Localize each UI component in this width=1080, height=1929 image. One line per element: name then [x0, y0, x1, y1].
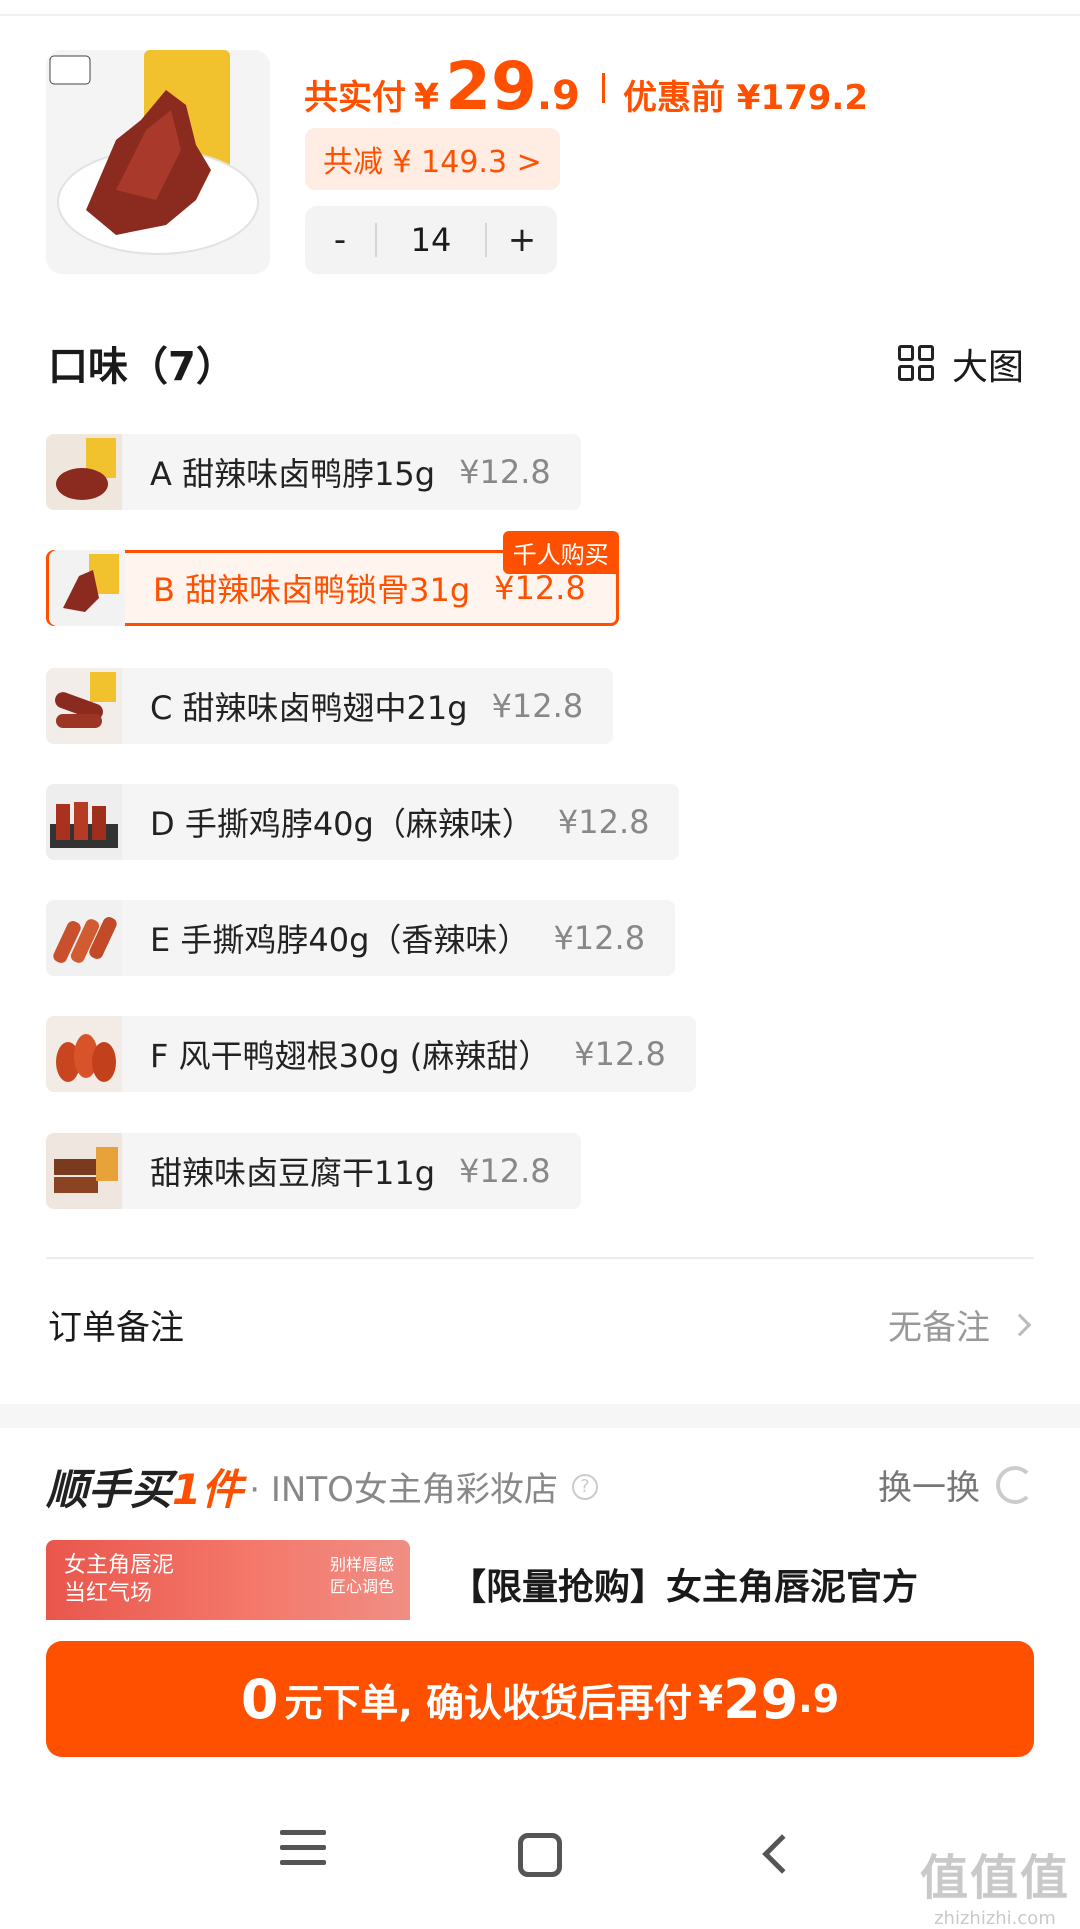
shunshou-logo: 顺手买1件 — [46, 1456, 243, 1517]
flavor-price: ¥12.8 — [553, 919, 646, 957]
promo-image-line: 女主角唇泥 — [64, 1553, 175, 1578]
flavor-price: ¥12.8 — [459, 453, 551, 491]
swap-label: 换一换 — [878, 1468, 980, 1508]
promo-image-line: 别样唇感 — [329, 1555, 394, 1574]
store-name[interactable]: · INTO女主角彩妆店 — [249, 1462, 558, 1511]
flavor-option-g[interactable]: 甜辣味卤豆腐干11g ¥12.8 — [46, 1133, 581, 1209]
flavor-thumbnail — [46, 434, 122, 510]
order-remark-row[interactable]: 订单备注 无备注 — [48, 1300, 1034, 1349]
flavor-thumbnail — [46, 1133, 122, 1209]
product-thumbnail[interactable] — [46, 50, 270, 274]
promo-image-line: 当红气场 — [64, 1581, 153, 1606]
discount-badge[interactable]: 共减 ¥ 149.3 > — [305, 128, 560, 190]
order-remark-label: 订单备注 — [48, 1308, 184, 1348]
flavor-price: ¥12.8 — [491, 687, 584, 725]
big-view-label: 大图 — [951, 347, 1024, 388]
flavor-option-d[interactable]: D 手撕鸡脖40g（麻辣味） ¥12.8 — [46, 784, 680, 860]
flavor-thumbnail — [46, 668, 122, 744]
promo-product-image[interactable]: 女主角唇泥 当红气场 别样唇感 匠心调色 — [46, 1540, 410, 1620]
promo-image-text: 女主角唇泥 当红气场 — [64, 1552, 174, 1608]
order-remark-value: 无备注 — [888, 1300, 1034, 1349]
flavor-option-f[interactable]: F 风干鸭翅根30g (麻辣甜） ¥12.8 — [46, 1016, 696, 1092]
increase-button[interactable]: + — [487, 220, 557, 260]
chevron-right-icon — [1008, 1313, 1032, 1336]
refresh-icon — [996, 1465, 1034, 1504]
quantity-stepper: - 14 + — [305, 206, 557, 274]
promo-product-title[interactable]: 【限量抢购】女主角唇泥官方 — [450, 1558, 918, 1610]
promo-image-line: 匠心调色 — [329, 1577, 394, 1596]
menu-nav-icon[interactable] — [280, 1830, 326, 1875]
decrease-button[interactable]: - — [305, 220, 375, 260]
popular-badge: 千人购买 — [502, 531, 619, 574]
home-nav-icon[interactable] — [518, 1833, 562, 1877]
section-divider — [46, 1257, 1034, 1259]
original-price: 优惠前 ¥179.2 — [622, 78, 868, 118]
flavor-name: E 手撕鸡脖40g（香辣味） — [150, 921, 530, 959]
shunshou-header: 顺手买1件 · INTO女主角彩妆店 ? — [46, 1456, 598, 1517]
price-separator — [601, 73, 605, 103]
section-gap — [0, 1404, 1080, 1428]
order-text: 元下单, 确认收货后再付 — [284, 1680, 693, 1725]
flavor-thumbnail — [46, 1016, 122, 1092]
price-decimal: .9 — [536, 73, 580, 119]
flavor-name: D 手撕鸡脖40g（麻辣味） — [150, 805, 534, 843]
flavor-option-b[interactable]: B 甜辣味卤鸭锁骨31g ¥12.8 千人购买 — [46, 531, 619, 626]
order-currency: ¥ — [698, 1678, 724, 1720]
flavor-name: B 甜辣味卤鸭锁骨31g — [153, 571, 471, 609]
flavor-thumbnail — [46, 900, 122, 976]
flavor-section-title: 口味（7） — [48, 344, 236, 390]
order-price-decimal: .9 — [798, 1677, 840, 1721]
order-zero: 0 — [240, 1667, 279, 1731]
flavor-thumbnail — [49, 550, 125, 626]
flavor-name: F 风干鸭翅根30g (麻辣甜） — [150, 1037, 551, 1075]
help-icon[interactable]: ? — [571, 1473, 598, 1500]
logo-count: 1件 — [172, 1465, 244, 1514]
flavor-option-e[interactable]: E 手撕鸡脖40g（香辣味） ¥12.8 — [46, 900, 676, 976]
flavor-price: ¥12.8 — [557, 803, 650, 841]
total-paid-label: 共实付 — [304, 78, 406, 118]
place-order-button[interactable]: 0 元下单, 确认收货后再付 ¥ 29 .9 — [46, 1641, 1034, 1757]
flavor-name: 甜辣味卤豆腐干11g — [150, 1154, 436, 1192]
back-nav-icon[interactable] — [762, 1834, 802, 1874]
flavor-name: A 甜辣味卤鸭脖15g — [150, 455, 436, 493]
grid-icon — [897, 345, 936, 383]
big-view-toggle[interactable]: 大图 — [897, 338, 1024, 390]
remark-value-text: 无备注 — [888, 1308, 990, 1348]
price-integer: 29 — [445, 48, 537, 125]
top-divider — [0, 14, 1080, 16]
flavor-thumbnail — [46, 784, 122, 860]
quantity-value[interactable]: 14 — [377, 221, 485, 259]
logo-text: 顺手买 — [46, 1465, 173, 1514]
order-price-integer: 29 — [723, 1667, 799, 1731]
watermark-logo: 值值值 — [919, 1850, 1070, 1906]
price-summary: 共实付 ¥ 29 .9 优惠前 ¥179.2 — [304, 48, 868, 128]
currency-symbol: ¥ — [414, 77, 440, 118]
promo-image-subtext: 别样唇感 匠心调色 — [330, 1554, 394, 1598]
duck-product-image — [46, 50, 270, 274]
flavor-option-a[interactable]: A 甜辣味卤鸭脖15g ¥12.8 — [46, 434, 581, 510]
flavor-price: ¥12.8 — [574, 1035, 666, 1073]
flavor-name: C 甜辣味卤鸭翅中21g — [150, 689, 468, 727]
swap-button[interactable]: 换一换 — [878, 1460, 1034, 1509]
watermark: 值值值 zhizhizhi.com — [920, 1838, 1070, 1929]
flavor-price: ¥12.8 — [494, 569, 586, 607]
flavor-price: ¥12.8 — [459, 1152, 551, 1190]
flavor-option-c[interactable]: C 甜辣味卤鸭翅中21g ¥12.8 — [46, 668, 614, 744]
